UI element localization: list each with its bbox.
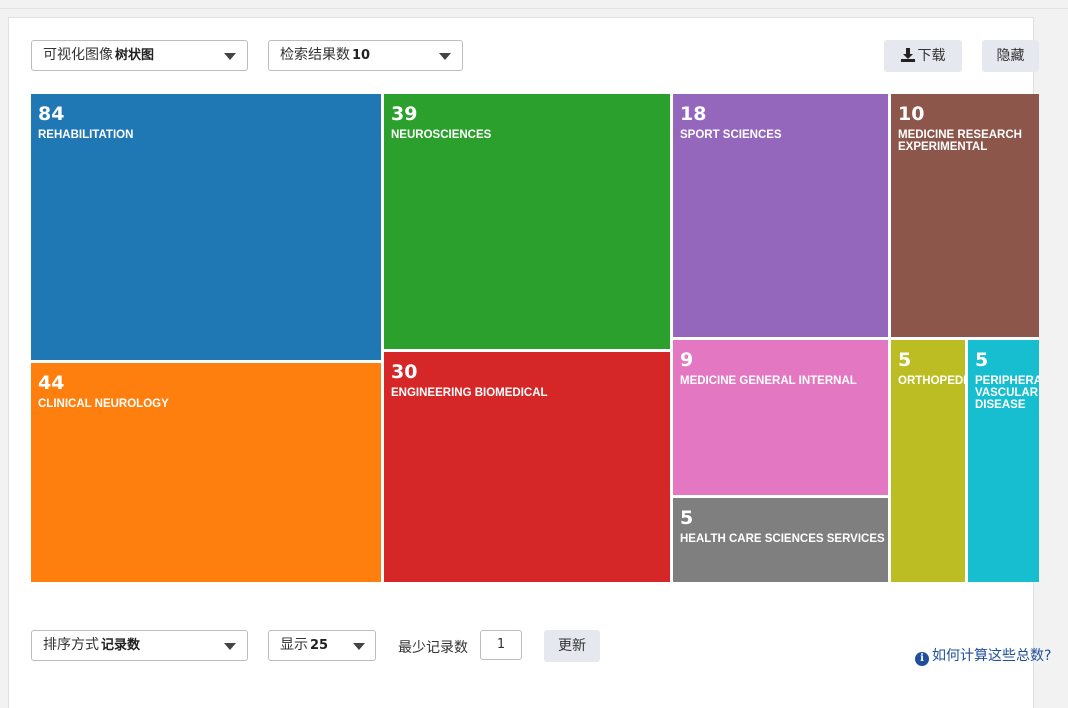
update-button[interactable]: 更新 [544,630,600,662]
treemap-cell-medicine-research-experimental[interactable]: 10 MEDICINE RESEARCH EXPERIMENTAL [891,94,1039,337]
treemap-cell-peripheral-vascular-disease[interactable]: 5 PERIPHERAL VASCULAR DISEASE [968,340,1039,582]
cell-value: 44 [38,372,65,394]
treemap-cell-rehabilitation[interactable]: 84 REHABILITATION [31,94,381,360]
min-records-input[interactable]: 1 [480,630,522,660]
treemap-cell-engineering-biomedical[interactable]: 30 ENGINEERING BIOMEDICAL [384,352,670,582]
chevron-down-icon [224,643,236,650]
treemap-chart: 84 REHABILITATION 44 CLINICAL NEUROLOGY … [31,94,1039,582]
treemap-cell-orthopedics[interactable]: 5 ORTHOPEDICS [891,340,965,582]
cell-value: 5 [975,349,989,371]
sort-by-label: 排序方式 [43,637,99,653]
cell-value: 5 [898,349,912,371]
visualization-type-label: 可视化图像 [43,47,113,63]
cell-value: 5 [680,507,694,529]
cell-label: REHABILITATION [38,129,134,141]
cell-value: 30 [391,361,418,383]
cell-value: 9 [680,349,694,371]
top-bar [0,0,1068,9]
visualization-type-select[interactable]: 可视化图像 树状图 [31,40,248,71]
cell-label: CLINICAL NEUROLOGY [38,398,169,410]
sort-by-value: 记录数 [101,638,141,653]
treemap-cell-health-care-sciences-services[interactable]: 5 HEALTH CARE SCIENCES SERVICES [673,498,888,582]
cell-value: 10 [898,103,925,125]
download-label: 下载 [917,48,946,64]
chevron-down-icon [439,53,451,60]
cell-label: ORTHOPEDICS [898,375,965,387]
update-label: 更新 [558,638,586,654]
hide-button[interactable]: 隐藏 [982,40,1039,72]
cell-label: ENGINEERING BIOMEDICAL [391,387,548,399]
treemap-cell-medicine-general-internal[interactable]: 9 MEDICINE GENERAL INTERNAL [673,340,888,495]
cell-label: PERIPHERAL VASCULAR DISEASE [975,375,1039,411]
hide-label: 隐藏 [996,48,1025,64]
show-count-value: 25 [310,638,329,653]
chevron-down-icon [224,53,236,60]
info-icon: i [915,652,929,666]
sort-by-select[interactable]: 排序方式 记录数 [31,630,248,661]
cell-label: MEDICINE GENERAL INTERNAL [680,375,857,387]
cell-value: 18 [680,103,707,125]
treemap-cell-sport-sciences[interactable]: 18 SPORT SCIENCES [673,94,888,337]
show-count-label: 显示 [280,637,308,653]
treemap-cell-clinical-neurology[interactable]: 44 CLINICAL NEUROLOGY [31,363,381,582]
help-link-label: 如何计算这些总数? [932,648,1052,664]
download-icon [900,48,915,62]
min-records-label: 最少记录数 [398,640,468,656]
cell-label: SPORT SCIENCES [680,129,782,141]
cell-label: HEALTH CARE SCIENCES SERVICES [680,533,885,545]
result-count-value: 10 [352,48,371,63]
how-totals-calculated-link[interactable]: i 如何计算这些总数? [915,645,1051,666]
cell-label: MEDICINE RESEARCH EXPERIMENTAL [898,129,1022,153]
treemap-cell-neurosciences[interactable]: 39 NEUROSCIENCES [384,94,670,349]
chevron-down-icon [353,643,365,650]
cell-value: 39 [391,103,418,125]
download-button[interactable]: 下载 [884,40,962,72]
result-count-select[interactable]: 检索结果数 10 [268,40,463,71]
show-count-select[interactable]: 显示 25 [268,630,376,661]
result-count-label: 检索结果数 [280,47,350,63]
visualization-type-value: 树状图 [115,48,155,63]
cell-value: 84 [38,103,65,125]
cell-label: NEUROSCIENCES [391,129,492,141]
